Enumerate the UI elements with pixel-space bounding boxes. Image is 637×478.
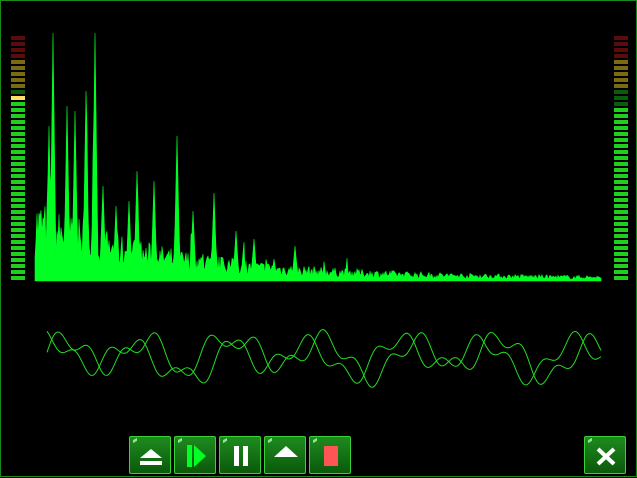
eject-icon bbox=[140, 449, 162, 465]
play-button[interactable] bbox=[174, 436, 216, 474]
stop-icon bbox=[324, 446, 338, 466]
stop-button[interactable] bbox=[309, 436, 351, 474]
pause-button[interactable] bbox=[219, 436, 261, 474]
play-icon bbox=[187, 445, 206, 467]
close-icon bbox=[596, 447, 616, 466]
visualizer-window bbox=[0, 0, 637, 477]
close-button[interactable] bbox=[584, 436, 626, 474]
up-button[interactable] bbox=[264, 436, 306, 474]
eject-button[interactable] bbox=[129, 436, 171, 474]
pause-icon bbox=[234, 446, 248, 466]
up-arrow-icon bbox=[274, 446, 298, 457]
waveform-right bbox=[46, 330, 602, 386]
waveform-left bbox=[46, 328, 602, 388]
oscilloscope bbox=[46, 328, 602, 388]
